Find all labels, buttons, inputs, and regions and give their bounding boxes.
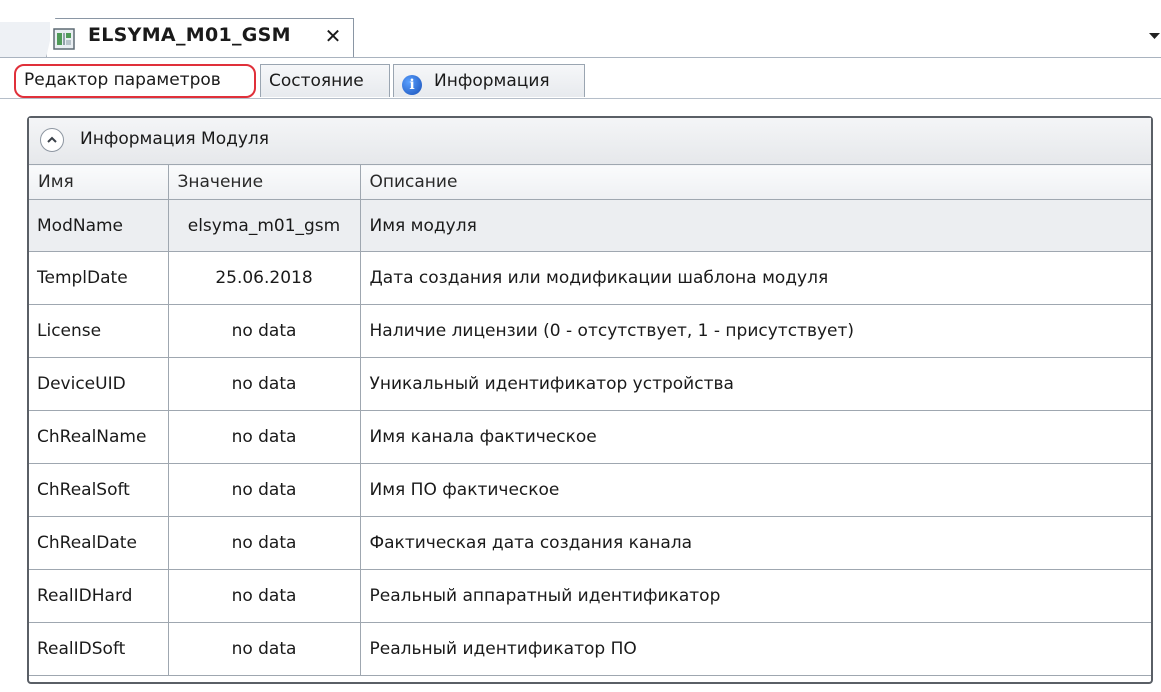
param-name: ChRealDate (29, 516, 169, 570)
info-icon: i (402, 75, 422, 95)
table-row[interactable]: DeviceUID no data Уникальный идентификат… (29, 357, 1151, 411)
editor-page: ELSYMA_M01_GSM ✕ Редактор параметров Сос… (0, 0, 1161, 692)
param-value[interactable]: no data (167, 463, 361, 517)
tab-information[interactable]: i Информация (393, 64, 585, 97)
editor-subtabs: Редактор параметров Состояние i Информаци… (14, 64, 1161, 98)
table-row[interactable]: RealIDHard no data Реальный аппаратный и… (29, 569, 1151, 623)
tab-label: Редактор параметров (24, 70, 221, 90)
module-info-panel: Информация Модуля Имя Значение Описание … (27, 116, 1153, 684)
document-tab-strip: ELSYMA_M01_GSM ✕ (0, 0, 1161, 58)
param-name: DeviceUID (29, 357, 169, 411)
table-row[interactable]: RealIDSoft no data Реальный идентификато… (29, 622, 1151, 676)
table-row[interactable]: ChRealDate no data Фактическая дата созд… (29, 516, 1151, 570)
panel-title: Информация Модуля (80, 129, 270, 149)
param-name: License (29, 304, 169, 358)
column-header-name[interactable]: Имя (29, 164, 169, 200)
table-row[interactable]: License no data Наличие лицензии (0 - от… (29, 304, 1151, 358)
param-description: Имя модуля (359, 199, 1151, 252)
table-row[interactable]: ChRealSoft no data Имя ПО фактическое (29, 463, 1151, 517)
document-tab-title[interactable]: ELSYMA_M01_GSM (88, 24, 291, 46)
param-value[interactable]: no data (167, 516, 361, 570)
param-description: Уникальный идентификатор устройства (359, 357, 1151, 411)
param-name: ModName (29, 199, 169, 252)
param-name: RealIDHard (29, 569, 169, 623)
param-value[interactable]: no data (167, 357, 361, 411)
param-value[interactable]: no data (167, 569, 361, 623)
table-row[interactable]: ChRealName no data Имя канала фактическо… (29, 410, 1151, 464)
tab-parameter-editor[interactable]: Редактор параметров (14, 64, 256, 98)
param-name: ChRealName (29, 410, 169, 464)
param-value[interactable]: no data (167, 410, 361, 464)
param-name: RealIDSoft (29, 622, 169, 676)
tab-label: Информация (434, 71, 550, 91)
param-description: Наличие лицензии (0 - отсутствует, 1 - п… (359, 304, 1151, 358)
tab-list-dropdown-icon[interactable] (1148, 28, 1161, 42)
close-icon[interactable]: ✕ (322, 25, 344, 47)
tab-status[interactable]: Состояние (260, 64, 390, 97)
param-name: TemplDate (29, 251, 169, 305)
param-description: Дата создания или модификации шаблона мо… (359, 251, 1151, 305)
column-header-description[interactable]: Описание (359, 164, 1151, 200)
parameters-table: Имя Значение Описание ModName elsyma_m01… (29, 164, 1151, 676)
column-header-value[interactable]: Значение (167, 164, 361, 200)
param-value[interactable]: elsyma_m01_gsm (167, 199, 361, 252)
param-description: Реальный идентификатор ПО (359, 622, 1151, 676)
table-header-row: Имя Значение Описание (29, 164, 1151, 200)
chevron-up-icon[interactable] (40, 128, 64, 152)
table-row[interactable]: ModName elsyma_m01_gsm Имя модуля (29, 199, 1151, 252)
param-value[interactable]: 25.06.2018 (167, 251, 361, 305)
module-device-icon (53, 28, 75, 50)
param-value[interactable]: no data (167, 622, 361, 676)
param-value[interactable]: no data (167, 304, 361, 358)
param-description: Фактическая дата создания канала (359, 516, 1151, 570)
panel-header[interactable]: Информация Модуля (29, 118, 1151, 165)
param-description: Реальный аппаратный идентификатор (359, 569, 1151, 623)
table-row[interactable]: TemplDate 25.06.2018 Дата создания или м… (29, 251, 1151, 305)
param-name: ChRealSoft (29, 463, 169, 517)
param-description: Имя канала фактическое (359, 410, 1151, 464)
tab-label: Состояние (269, 71, 364, 91)
param-description: Имя ПО фактическое (359, 463, 1151, 517)
